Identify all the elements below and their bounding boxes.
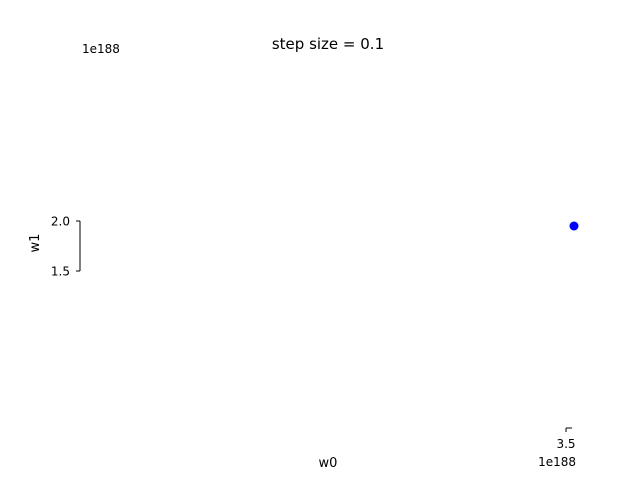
y-axis-offset: 1e188 — [82, 42, 120, 56]
chart: step size = 0.1 1e188 w1 w0 1e188 1.5 2.0… — [28, 35, 579, 471]
x-axis-label: w0 — [319, 456, 338, 471]
y-tick-label: 2.0 — [51, 215, 70, 229]
chart-title: step size = 0.1 — [272, 35, 384, 53]
y-axis-label: w1 — [28, 234, 43, 253]
data-point — [569, 221, 579, 231]
x-tick-label: 3.5 — [556, 437, 575, 451]
y-tick-label: 1.5 — [51, 265, 70, 279]
x-axis-offset: 1e188 — [538, 455, 576, 469]
data-points — [569, 221, 579, 231]
x-axis: 3.5 — [556, 427, 576, 451]
y-axis: 1.5 2.0 — [51, 215, 81, 279]
